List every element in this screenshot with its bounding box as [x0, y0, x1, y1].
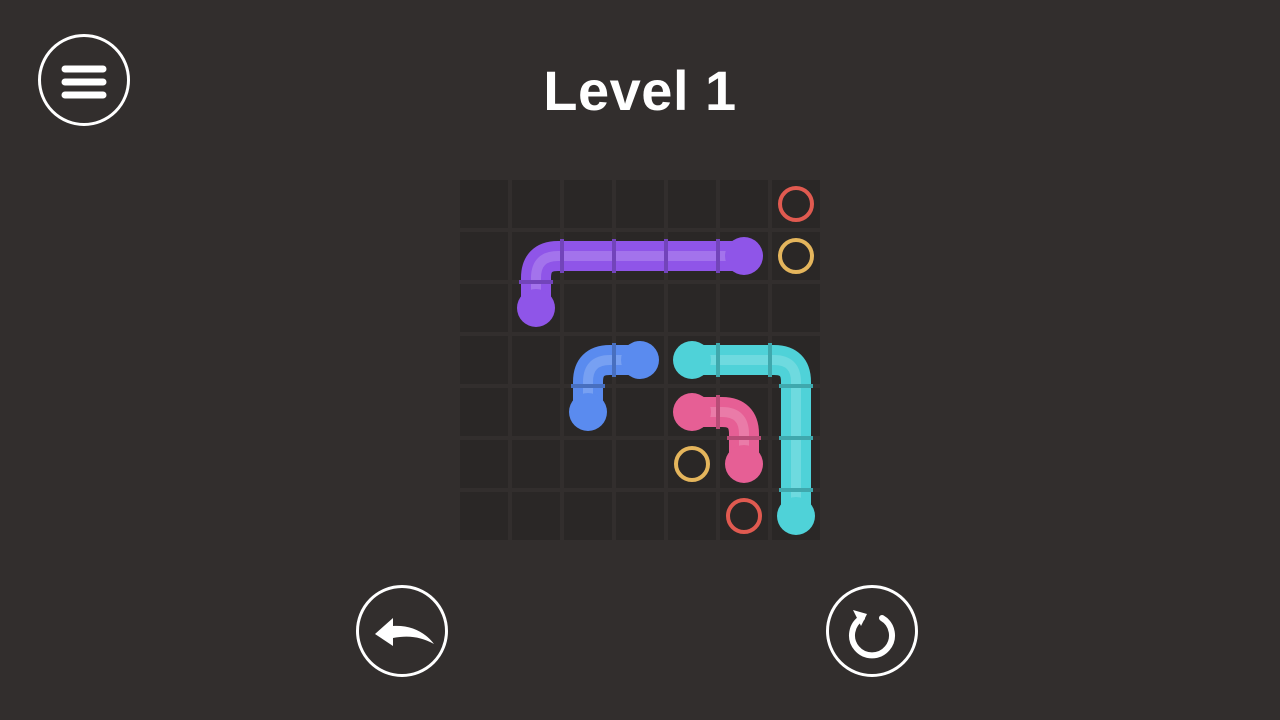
board-cell[interactable]: [668, 180, 716, 228]
pipe-end-cap[interactable]: [777, 497, 815, 535]
undo-arrow-icon: [375, 618, 434, 646]
board-cell[interactable]: [512, 180, 560, 228]
board-cell[interactable]: [460, 180, 508, 228]
board-cell[interactable]: [564, 180, 612, 228]
board-cell[interactable]: [512, 336, 560, 384]
board-cell[interactable]: [564, 492, 612, 540]
board-cell[interactable]: [616, 492, 664, 540]
restart-circular-arrow-icon: [849, 610, 895, 659]
menu-button[interactable]: [38, 34, 130, 126]
pipe-end-cap[interactable]: [725, 445, 763, 483]
hamburger-menu-icon: [61, 65, 107, 99]
board-cell[interactable]: [460, 284, 508, 332]
restart-button[interactable]: [826, 585, 918, 677]
board-cell[interactable]: [616, 388, 664, 436]
board-cell[interactable]: [460, 232, 508, 280]
level-title: Level 1: [543, 59, 737, 122]
board-cell[interactable]: [616, 284, 664, 332]
board-cell[interactable]: [668, 284, 716, 332]
pipe-end-cap[interactable]: [673, 341, 711, 379]
board-cell[interactable]: [720, 284, 768, 332]
board-cell[interactable]: [564, 440, 612, 488]
board-cell[interactable]: [512, 492, 560, 540]
puzzle-board[interactable]: [458, 178, 822, 542]
pipe-end-cap[interactable]: [621, 341, 659, 379]
board-canvas[interactable]: [458, 178, 822, 542]
board-cell[interactable]: [616, 180, 664, 228]
undo-button[interactable]: [356, 585, 448, 677]
board-cell[interactable]: [772, 284, 820, 332]
board-cell[interactable]: [668, 492, 716, 540]
pipe-end-cap[interactable]: [569, 393, 607, 431]
board-cell[interactable]: [720, 180, 768, 228]
board-cell[interactable]: [564, 284, 612, 332]
board-cell[interactable]: [512, 440, 560, 488]
game-screen: Level 1: [0, 0, 1280, 720]
pipe-end-cap[interactable]: [673, 393, 711, 431]
board-cell[interactable]: [460, 336, 508, 384]
board-cell[interactable]: [460, 492, 508, 540]
board-cell[interactable]: [460, 388, 508, 436]
board-cell[interactable]: [512, 388, 560, 436]
board-cell[interactable]: [616, 440, 664, 488]
pipe-end-cap[interactable]: [517, 289, 555, 327]
board-cell[interactable]: [460, 440, 508, 488]
pipe-end-cap[interactable]: [725, 237, 763, 275]
